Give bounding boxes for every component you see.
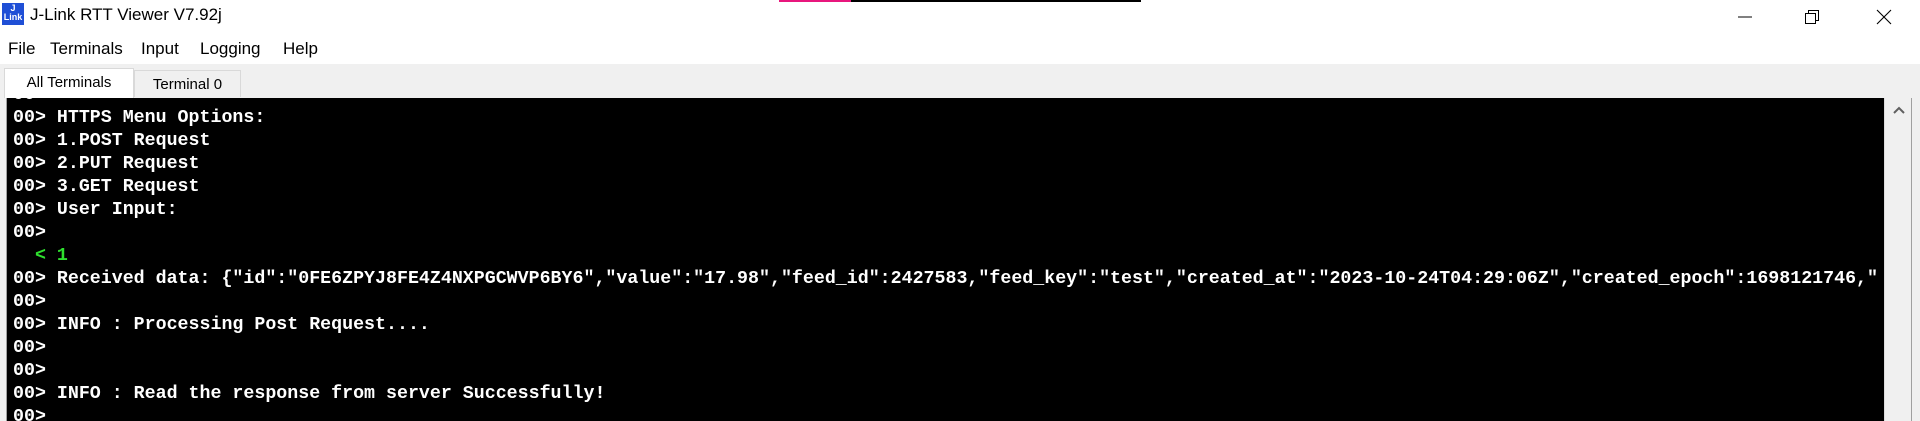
scroll-up-button[interactable] xyxy=(1885,98,1912,122)
accent-bar-pink xyxy=(779,0,851,2)
restore-icon xyxy=(1805,10,1819,24)
tab-all-terminals[interactable]: All Terminals xyxy=(4,68,134,98)
terminal-line: 00> 2.PUT Request xyxy=(13,154,200,174)
chevron-up-icon xyxy=(1892,106,1905,114)
minimize-button[interactable] xyxy=(1717,0,1773,34)
menu-logging[interactable]: Logging xyxy=(200,39,261,59)
terminal-line: 00> INFO : Processing Post Request.... xyxy=(13,315,430,335)
terminal-line: 00> xyxy=(13,407,46,421)
vertical-scrollbar[interactable] xyxy=(1884,98,1912,421)
menu-help[interactable]: Help xyxy=(283,39,318,59)
terminal-line: 00> HTTPS Menu Options: xyxy=(13,108,266,128)
terminal-lines: 00>00> HTTPS Menu Options:00> 1.POST Req… xyxy=(13,98,1878,421)
window-border xyxy=(1911,98,1912,421)
menu-bar: File Terminals Input Logging Help xyxy=(0,34,1920,64)
terminal-line: 00> User Input: xyxy=(13,200,178,220)
terminal-line: 00> INFO : Read the response from server… xyxy=(13,384,606,404)
window-title: J-Link RTT Viewer V7.92j xyxy=(30,5,222,24)
title-bar: J Link J-Link RTT Viewer V7.92j xyxy=(0,0,1920,34)
tab-terminal-0[interactable]: Terminal 0 xyxy=(134,70,241,97)
menu-terminals[interactable]: Terminals xyxy=(50,39,123,59)
jlink-app-icon: J Link xyxy=(2,3,24,25)
terminal-line: 00> Received data: {"id":"0FE6ZPYJ8FE4Z4… xyxy=(13,269,1878,289)
terminal-line: 00> xyxy=(13,361,46,381)
menu-input[interactable]: Input xyxy=(141,39,179,59)
accent-bar-black xyxy=(851,0,1141,2)
terminal-line: 00> xyxy=(13,292,46,312)
restore-button[interactable] xyxy=(1784,0,1840,34)
terminal-line: 00> xyxy=(13,338,46,358)
close-icon xyxy=(1876,9,1892,25)
terminal-line: < 1 xyxy=(13,246,68,266)
terminal-output[interactable]: 00>00> HTTPS Menu Options:00> 1.POST Req… xyxy=(6,98,1884,421)
terminal-line: 00> xyxy=(13,223,46,243)
close-button[interactable] xyxy=(1856,0,1912,34)
minimize-icon xyxy=(1738,16,1752,18)
terminal-line: 00> 1.POST Request xyxy=(13,131,211,151)
terminal-line: 00> 3.GET Request xyxy=(13,177,200,197)
menu-file[interactable]: File xyxy=(8,39,35,59)
terminal-line: 00> xyxy=(13,98,1878,107)
